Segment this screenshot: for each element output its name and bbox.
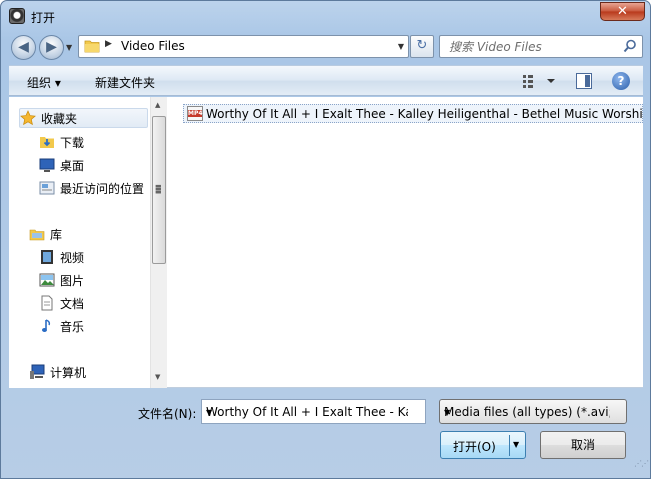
scroll-up-icon[interactable]: ▲ bbox=[155, 101, 160, 109]
resize-grip-icon[interactable]: ⋰⋰ bbox=[634, 460, 649, 474]
breadcrumb-video-files[interactable]: Video Files bbox=[121, 39, 185, 53]
change-view-icon[interactable] bbox=[521, 72, 559, 90]
desktop-icon bbox=[39, 158, 55, 172]
sidebar-item-label: 库 bbox=[50, 227, 63, 242]
sidebar-item-label: 下载 bbox=[60, 135, 85, 150]
close-button[interactable]: ✕ bbox=[600, 2, 645, 21]
sidebar-item-computer[interactable]: 计算机 bbox=[29, 362, 86, 382]
title-bar[interactable]: 打开 ✕ bbox=[1, 1, 651, 31]
videos-library-icon bbox=[41, 250, 53, 264]
back-button[interactable]: ◀ bbox=[11, 35, 36, 60]
sidebar-item-pictures[interactable]: 图片 bbox=[39, 270, 84, 290]
scroll-grip-icon: ▬ ▬ ▬ bbox=[155, 182, 162, 196]
downloads-folder-icon bbox=[40, 137, 54, 148]
list-item[interactable]: MP4 Worthy Of It All + I Exalt Thee - Ka… bbox=[183, 104, 643, 123]
sidebar-item-label: 文档 bbox=[60, 296, 85, 311]
chevron-down-icon[interactable]: ▼ bbox=[444, 408, 610, 417]
sidebar-item-downloads[interactable]: 下载 bbox=[39, 132, 84, 152]
forward-button[interactable]: ▶ bbox=[39, 35, 64, 60]
sidebar-item-libraries[interactable]: 库 bbox=[29, 224, 62, 244]
app-icon bbox=[9, 8, 25, 24]
new-folder-button[interactable]: 新建文件夹 bbox=[95, 74, 155, 91]
chevron-down-icon[interactable]: ▼ bbox=[206, 408, 408, 417]
address-bar[interactable]: ▶ Video Files ▼ bbox=[78, 35, 409, 58]
search-input[interactable] bbox=[449, 38, 619, 55]
computer-icon bbox=[30, 364, 45, 379]
documents-library-icon bbox=[41, 295, 53, 311]
music-library-icon bbox=[42, 319, 51, 332]
sidebar-item-label: 桌面 bbox=[60, 158, 85, 173]
open-options-dropdown-icon[interactable]: ▼ bbox=[513, 440, 519, 449]
recent-places-icon bbox=[39, 181, 55, 195]
organize-button[interactable]: 组织 ▾ bbox=[27, 74, 61, 91]
pictures-library-icon bbox=[39, 273, 55, 287]
navigation-scrollbar[interactable]: ▲ ▬ ▬ ▬ ▼ bbox=[150, 97, 167, 388]
sidebar-item-label: 音乐 bbox=[60, 319, 85, 334]
sidebar-item-label: 收藏夹 bbox=[41, 111, 78, 126]
sidebar-item-favorites[interactable]: 收藏夹 bbox=[19, 108, 148, 128]
file-list: MP4 Worthy Of It All + I Exalt Thee - Ka… bbox=[168, 97, 643, 388]
sidebar-item-label: 视频 bbox=[60, 250, 85, 265]
sidebar-item-label: 图片 bbox=[60, 273, 85, 288]
content-area: 收藏夹 下载 桌面 最近访问的位置 库 视频 图片 文档 音乐 计算机 ▲ ▬ … bbox=[9, 97, 643, 388]
cancel-button[interactable]: 取消 bbox=[540, 431, 626, 459]
preview-pane-icon[interactable] bbox=[576, 73, 592, 89]
open-button-label: 打开(O) bbox=[453, 440, 496, 454]
filename-field[interactable]: Worthy Of It All + I Exalt Thee - Ka ▼ bbox=[201, 399, 426, 424]
sidebar-item-documents[interactable]: 文档 bbox=[39, 293, 84, 313]
navigation-pane: 收藏夹 下载 桌面 最近访问的位置 库 视频 图片 文档 音乐 计算机 ▲ ▬ … bbox=[9, 97, 167, 388]
sidebar-item-label: 最近访问的位置 bbox=[60, 181, 145, 196]
sidebar-item-recent-places[interactable]: 最近访问的位置 bbox=[39, 178, 144, 198]
toolbar: 组织 ▾ 新建文件夹 ? bbox=[9, 65, 643, 96]
split-divider bbox=[509, 435, 510, 456]
libraries-icon bbox=[29, 229, 45, 241]
file-name: Worthy Of It All + I Exalt Thee - Kalley… bbox=[206, 106, 643, 121]
window-title: 打开 bbox=[31, 11, 56, 25]
search-box[interactable] bbox=[439, 35, 643, 58]
filename-label: 文件名(N): bbox=[138, 407, 197, 421]
scroll-down-icon[interactable]: ▼ bbox=[155, 373, 160, 381]
recent-locations-dropdown-icon[interactable]: ▼ bbox=[66, 43, 72, 52]
open-button[interactable]: 打开(O) ▼ bbox=[440, 431, 526, 459]
star-icon bbox=[20, 110, 36, 126]
help-icon[interactable]: ? bbox=[612, 72, 630, 90]
file-type-select[interactable]: Media files (all types) (*.avi;* ▼ bbox=[439, 399, 627, 424]
dialog-window: 打开 ✕ ◀ ▶ ▼ ▶ Video Files ▼ ↻ 组织 ▾ 新建文件夹 … bbox=[0, 0, 651, 479]
folder-icon bbox=[84, 40, 100, 53]
sidebar-item-music[interactable]: 音乐 bbox=[39, 316, 84, 336]
sidebar-item-desktop[interactable]: 桌面 bbox=[39, 155, 84, 175]
refresh-button[interactable]: ↻ bbox=[410, 35, 434, 58]
breadcrumb-arrow-icon[interactable]: ▶ bbox=[105, 39, 112, 49]
sidebar-item-videos[interactable]: 视频 bbox=[39, 247, 84, 267]
mp4-file-icon: MP4 bbox=[187, 106, 203, 121]
address-dropdown-icon[interactable]: ▼ bbox=[398, 42, 404, 51]
search-icon[interactable] bbox=[623, 39, 637, 53]
sidebar-item-label: 计算机 bbox=[50, 365, 87, 380]
